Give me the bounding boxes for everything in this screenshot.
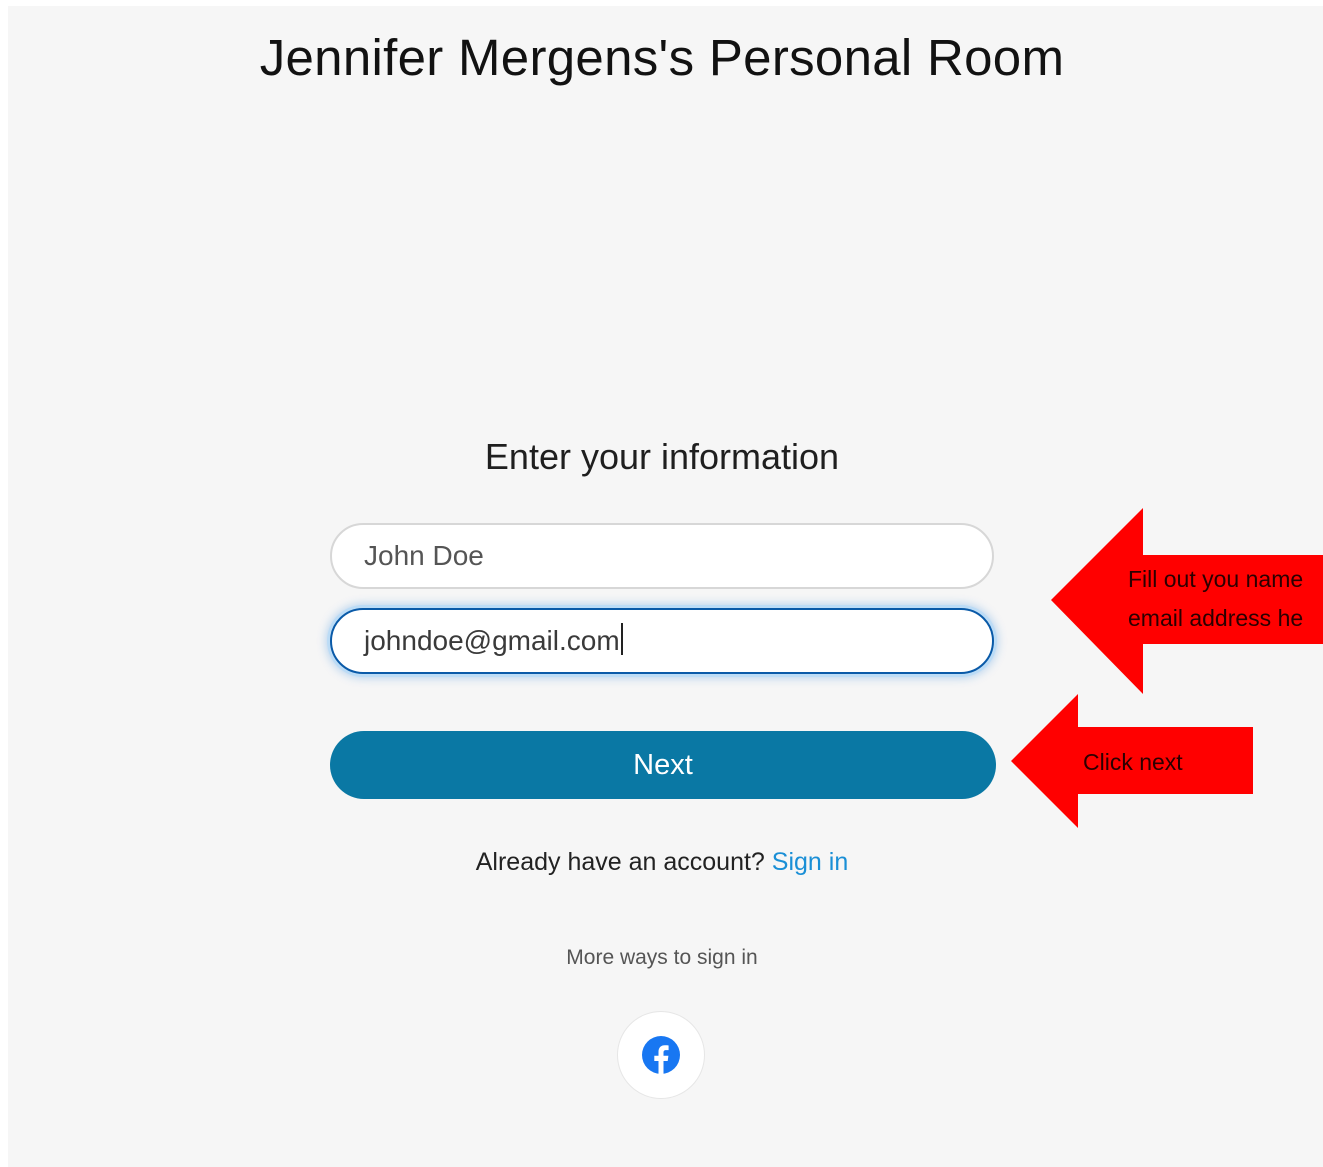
red-arrow-left-icon (1051, 508, 1323, 694)
next-button[interactable]: Next (330, 731, 996, 799)
room-title: Jennifer Mergens's Personal Room (259, 29, 1065, 86)
facebook-signin-button[interactable] (617, 1011, 705, 1099)
account-row: Already have an account? Sign in (8, 848, 1316, 877)
form-heading: Enter your information (484, 436, 840, 477)
fields-annotation-line2: email address he (1128, 605, 1304, 631)
arrow-shape (1051, 508, 1323, 694)
email-field-value: johndoe@gmail.com (364, 625, 620, 656)
fields-annotation-line1: Fill out you name (1128, 566, 1304, 592)
name-field-value: John Doe (364, 540, 484, 571)
sign-in-link[interactable]: Sign in (772, 848, 848, 876)
more-ways-label: More ways to sign in (566, 946, 758, 969)
personal-room-page: Jennifer Mergens's Personal Room Enter y… (8, 6, 1323, 1167)
fields-annotation: Fill out you name email address he (1051, 508, 1323, 694)
email-field[interactable]: johndoe@gmail.com (330, 608, 994, 674)
text-caret (620, 623, 623, 655)
facebook-icon (642, 1036, 680, 1074)
account-prompt: Already have an account? (475, 848, 765, 876)
next-annotation-text: Click next (1083, 749, 1183, 775)
name-field[interactable]: John Doe (330, 523, 994, 589)
next-annotation: Click next (1011, 694, 1253, 828)
